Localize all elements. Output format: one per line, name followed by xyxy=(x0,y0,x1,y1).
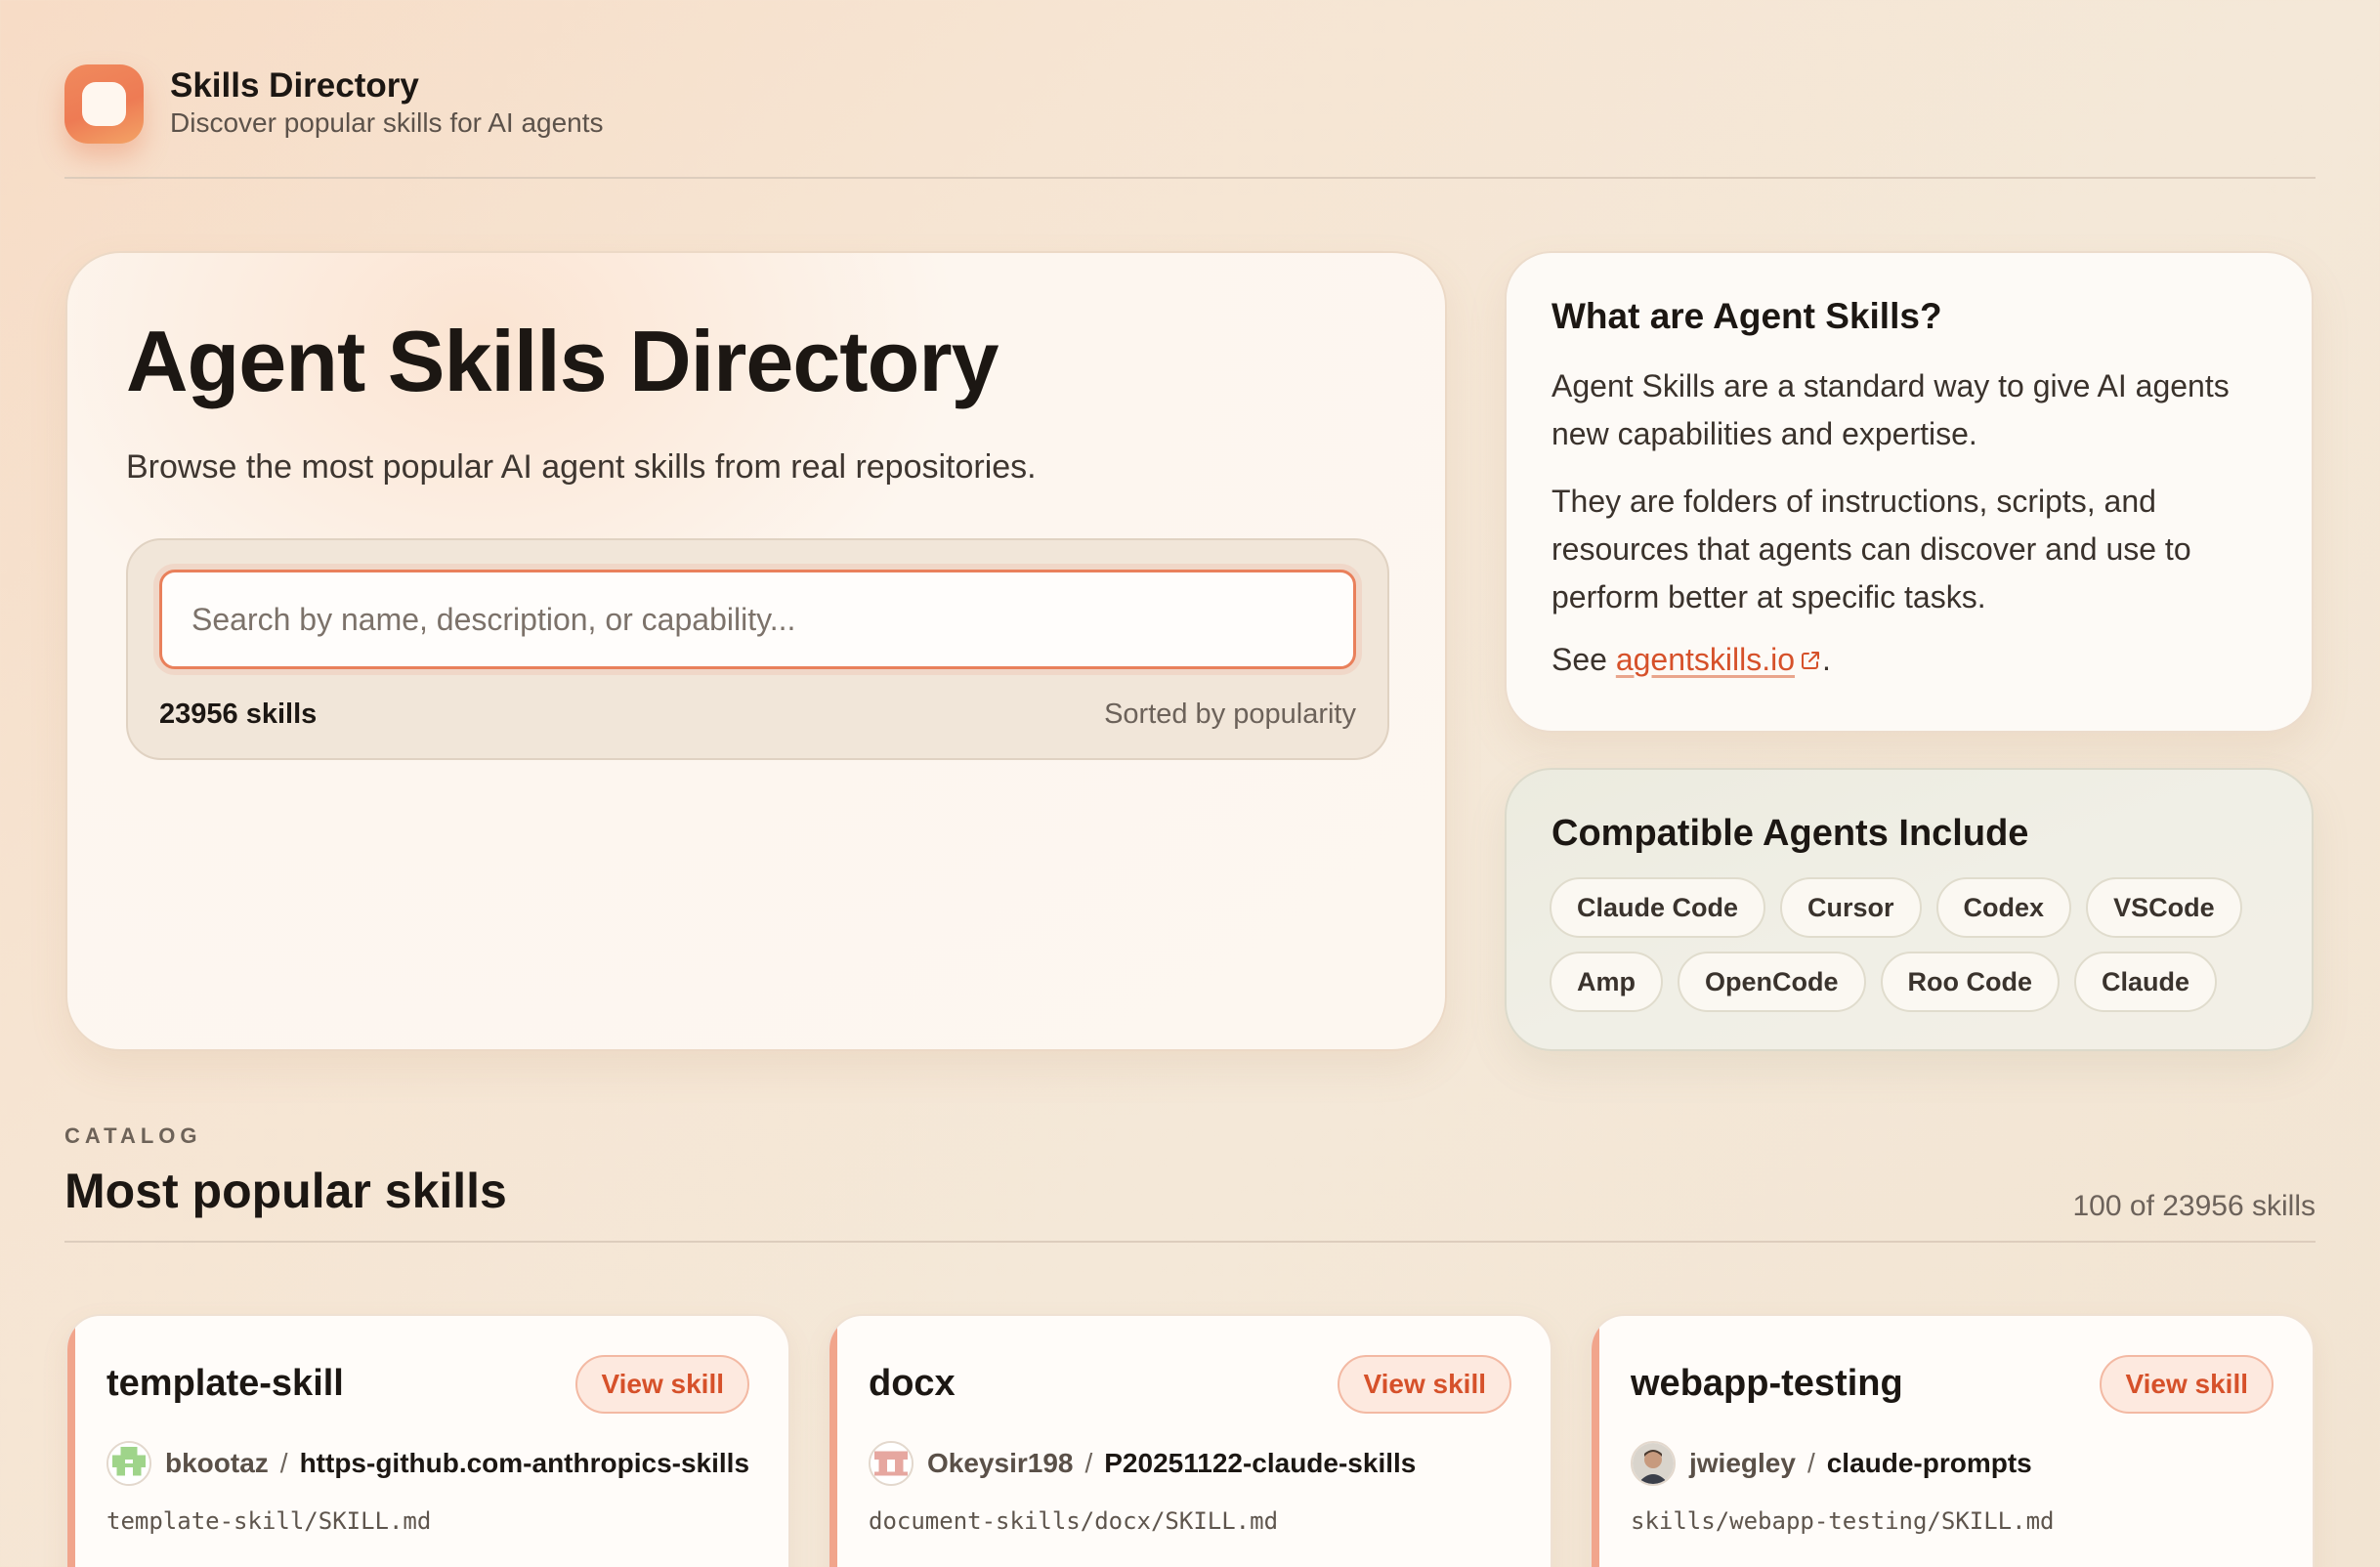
meta-separator: / xyxy=(1084,1448,1093,1478)
skill-name: docx xyxy=(869,1363,956,1404)
skill-path: skills/webapp-testing/SKILL.md xyxy=(1631,1507,2055,1535)
skill-repo[interactable]: P20251122-claude-skills xyxy=(1104,1448,1416,1478)
external-link-icon xyxy=(1802,652,1820,669)
agents-title: Compatible Agents Include xyxy=(1551,813,2029,854)
info-title: What are Agent Skills? xyxy=(1551,296,1942,336)
agent-chip: Claude xyxy=(2074,952,2218,1012)
meta-separator: / xyxy=(1806,1448,1815,1478)
catalog-title: Most popular skills xyxy=(64,1164,507,1218)
skill-meta: Okeysir198 / P20251122-claude-skills xyxy=(869,1441,1416,1490)
agents-card: Compatible Agents Include Claude Code Cur… xyxy=(1505,768,2314,1051)
catalog-count: 100 of 23956 skills xyxy=(2072,1190,2316,1222)
brand-title[interactable]: Skills Directory xyxy=(170,66,419,106)
brand-subtitle: Discover popular skills for AI agents xyxy=(170,107,604,138)
view-skill-button[interactable]: View skill xyxy=(575,1355,749,1414)
agent-chip: OpenCode xyxy=(1678,952,1866,1012)
sort-label: Sorted by popularity xyxy=(1104,699,1356,730)
agent-chip: Claude Code xyxy=(1550,877,1766,938)
page-title: Agent Skills Directory xyxy=(126,313,999,409)
agent-chip: Roo Code xyxy=(1880,952,2061,1012)
search-panel: 23956 skills Sorted by popularity xyxy=(126,538,1389,760)
agent-chip-list: Claude Code Cursor Codex VSCode Amp OpenCode R… xyxy=(1550,877,2292,1026)
app-header: Skills Directory Discover popular skills… xyxy=(64,64,2316,179)
page-subtitle: Browse the most popular AI agent skills … xyxy=(126,448,1037,486)
skill-meta: bkootaz / https-github.com-anthropics-skil… xyxy=(106,1441,749,1490)
catalog-divider xyxy=(64,1241,2316,1243)
skill-repo[interactable]: https-github.com-anthropics-skills xyxy=(300,1448,749,1478)
skill-meta: jwiegley / claude-prompts xyxy=(1631,1441,2032,1490)
info-paragraph-1: Agent Skills are a standard way to give … xyxy=(1551,368,2230,451)
pixel-avatar-icon xyxy=(106,1441,151,1486)
skill-user[interactable]: jwiegley xyxy=(1689,1448,1796,1478)
pixel-avatar-icon xyxy=(869,1441,914,1486)
skill-name: webapp-testing xyxy=(1631,1363,1903,1404)
agent-chip: Codex xyxy=(1935,877,2072,938)
info-see-line: See agentskills.io. xyxy=(1551,642,1831,678)
catalog-eyebrow: CATALOG xyxy=(64,1123,202,1148)
logo-icon[interactable] xyxy=(64,64,144,144)
see-prefix: See xyxy=(1551,642,1616,677)
agentskills-link[interactable]: agentskills.io xyxy=(1616,642,1822,677)
info-paragraph-2: They are folders of instructions, script… xyxy=(1551,484,2191,614)
agent-chip: Amp xyxy=(1550,952,1663,1012)
agentskills-link-text: agentskills.io xyxy=(1615,642,1796,677)
meta-separator: / xyxy=(279,1448,288,1478)
search-input[interactable] xyxy=(159,570,1356,669)
skill-card[interactable]: webapp-testing View skill jwiegley / claud… xyxy=(1590,1314,2315,1567)
skill-repo[interactable]: claude-prompts xyxy=(1827,1448,2032,1478)
skill-user[interactable]: Okeysir198 xyxy=(927,1448,1073,1478)
logo-inner xyxy=(82,82,126,126)
info-card: What are Agent Skills? Agent Skills are … xyxy=(1505,251,2314,733)
skill-card[interactable]: docx View skill Okeysir198 / P20251122-cla… xyxy=(828,1314,1552,1567)
skill-card[interactable]: template-skill View skill bkootaz / https-… xyxy=(65,1314,790,1567)
view-skill-button[interactable]: View skill xyxy=(1338,1355,1511,1414)
hero-card: Agent Skills Directory Browse the most p… xyxy=(65,251,1447,1051)
page: Skills Directory Discover popular skills… xyxy=(0,0,2380,1567)
see-suffix: . xyxy=(1822,642,1831,677)
user-photo-avatar xyxy=(1631,1441,1676,1486)
agent-chip: VSCode xyxy=(2086,877,2242,938)
skills-count: 23956 skills xyxy=(159,699,318,730)
skill-path: template-skill/SKILL.md xyxy=(106,1507,432,1535)
view-skill-button[interactable]: View skill xyxy=(2100,1355,2274,1414)
agent-chip: Cursor xyxy=(1780,877,1922,938)
skill-name: template-skill xyxy=(106,1363,344,1404)
skill-user[interactable]: bkootaz xyxy=(165,1448,269,1478)
skill-path: document-skills/docx/SKILL.md xyxy=(869,1507,1279,1535)
